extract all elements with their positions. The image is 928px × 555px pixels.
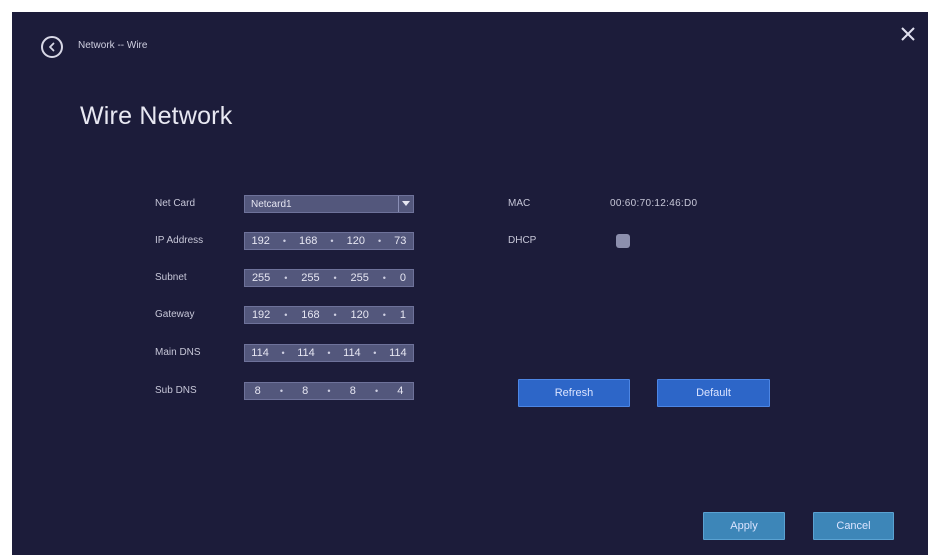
breadcrumb: Network -- Wire [78, 40, 148, 51]
ip-octet[interactable]: 73 [394, 235, 406, 247]
gateway-octet[interactable]: 192 [252, 309, 270, 321]
main-dns-octet[interactable]: 114 [297, 347, 315, 359]
subnet-octet[interactable]: 255 [301, 272, 319, 284]
chevron-down-icon [398, 196, 413, 212]
subnet-field[interactable]: 255 • 255 • 255 • 0 [244, 269, 414, 287]
apply-button[interactable]: Apply [703, 512, 785, 540]
subnet-octet[interactable]: 255 [252, 272, 270, 284]
main-dns-label: Main DNS [155, 347, 201, 358]
ip-octet[interactable]: 192 [252, 235, 270, 247]
subnet-octet[interactable]: 255 [351, 272, 369, 284]
sub-dns-octet[interactable]: 4 [397, 385, 403, 397]
back-icon[interactable] [41, 36, 63, 58]
net-card-value: Netcard1 [251, 198, 292, 210]
ip-address-field[interactable]: 192 • 168 • 120 • 73 [244, 232, 414, 250]
gateway-octet[interactable]: 168 [301, 309, 319, 321]
cancel-button[interactable]: Cancel [813, 512, 894, 540]
close-icon[interactable] [898, 24, 918, 44]
main-dns-octet[interactable]: 114 [251, 347, 269, 359]
sub-dns-octet[interactable]: 8 [350, 385, 356, 397]
gateway-label: Gateway [155, 309, 195, 320]
dhcp-checkbox[interactable] [616, 234, 630, 248]
gateway-octet[interactable]: 1 [400, 309, 406, 321]
sub-dns-label: Sub DNS [155, 385, 197, 396]
main-dns-octet[interactable]: 114 [389, 347, 407, 359]
page-title: Wire Network [80, 102, 233, 130]
sub-dns-octet[interactable]: 8 [255, 385, 261, 397]
gateway-octet[interactable]: 120 [351, 309, 369, 321]
wire-network-dialog: Network -- Wire Wire Network Net Card Ne… [12, 12, 928, 555]
mac-label: MAC [508, 198, 531, 209]
mac-value: 00:60:70:12:46:D0 [610, 198, 698, 209]
refresh-button[interactable]: Refresh [518, 379, 630, 407]
sub-dns-octet[interactable]: 8 [302, 385, 308, 397]
subnet-octet[interactable]: 0 [400, 272, 406, 284]
ip-octet[interactable]: 120 [347, 235, 365, 247]
sub-dns-field[interactable]: 8 • 8 • 8 • 4 [244, 382, 414, 400]
ip-address-label: IP Address [155, 235, 204, 246]
default-button[interactable]: Default [657, 379, 770, 407]
main-dns-field[interactable]: 114 • 114 • 114 • 114 [244, 344, 414, 362]
gateway-field[interactable]: 192 • 168 • 120 • 1 [244, 306, 414, 324]
net-card-label: Net Card [155, 198, 196, 209]
dhcp-label: DHCP [508, 235, 537, 246]
subnet-label: Subnet [155, 272, 187, 283]
main-dns-octet[interactable]: 114 [343, 347, 361, 359]
ip-octet[interactable]: 168 [299, 235, 317, 247]
net-card-select[interactable]: Netcard1 [244, 195, 414, 213]
